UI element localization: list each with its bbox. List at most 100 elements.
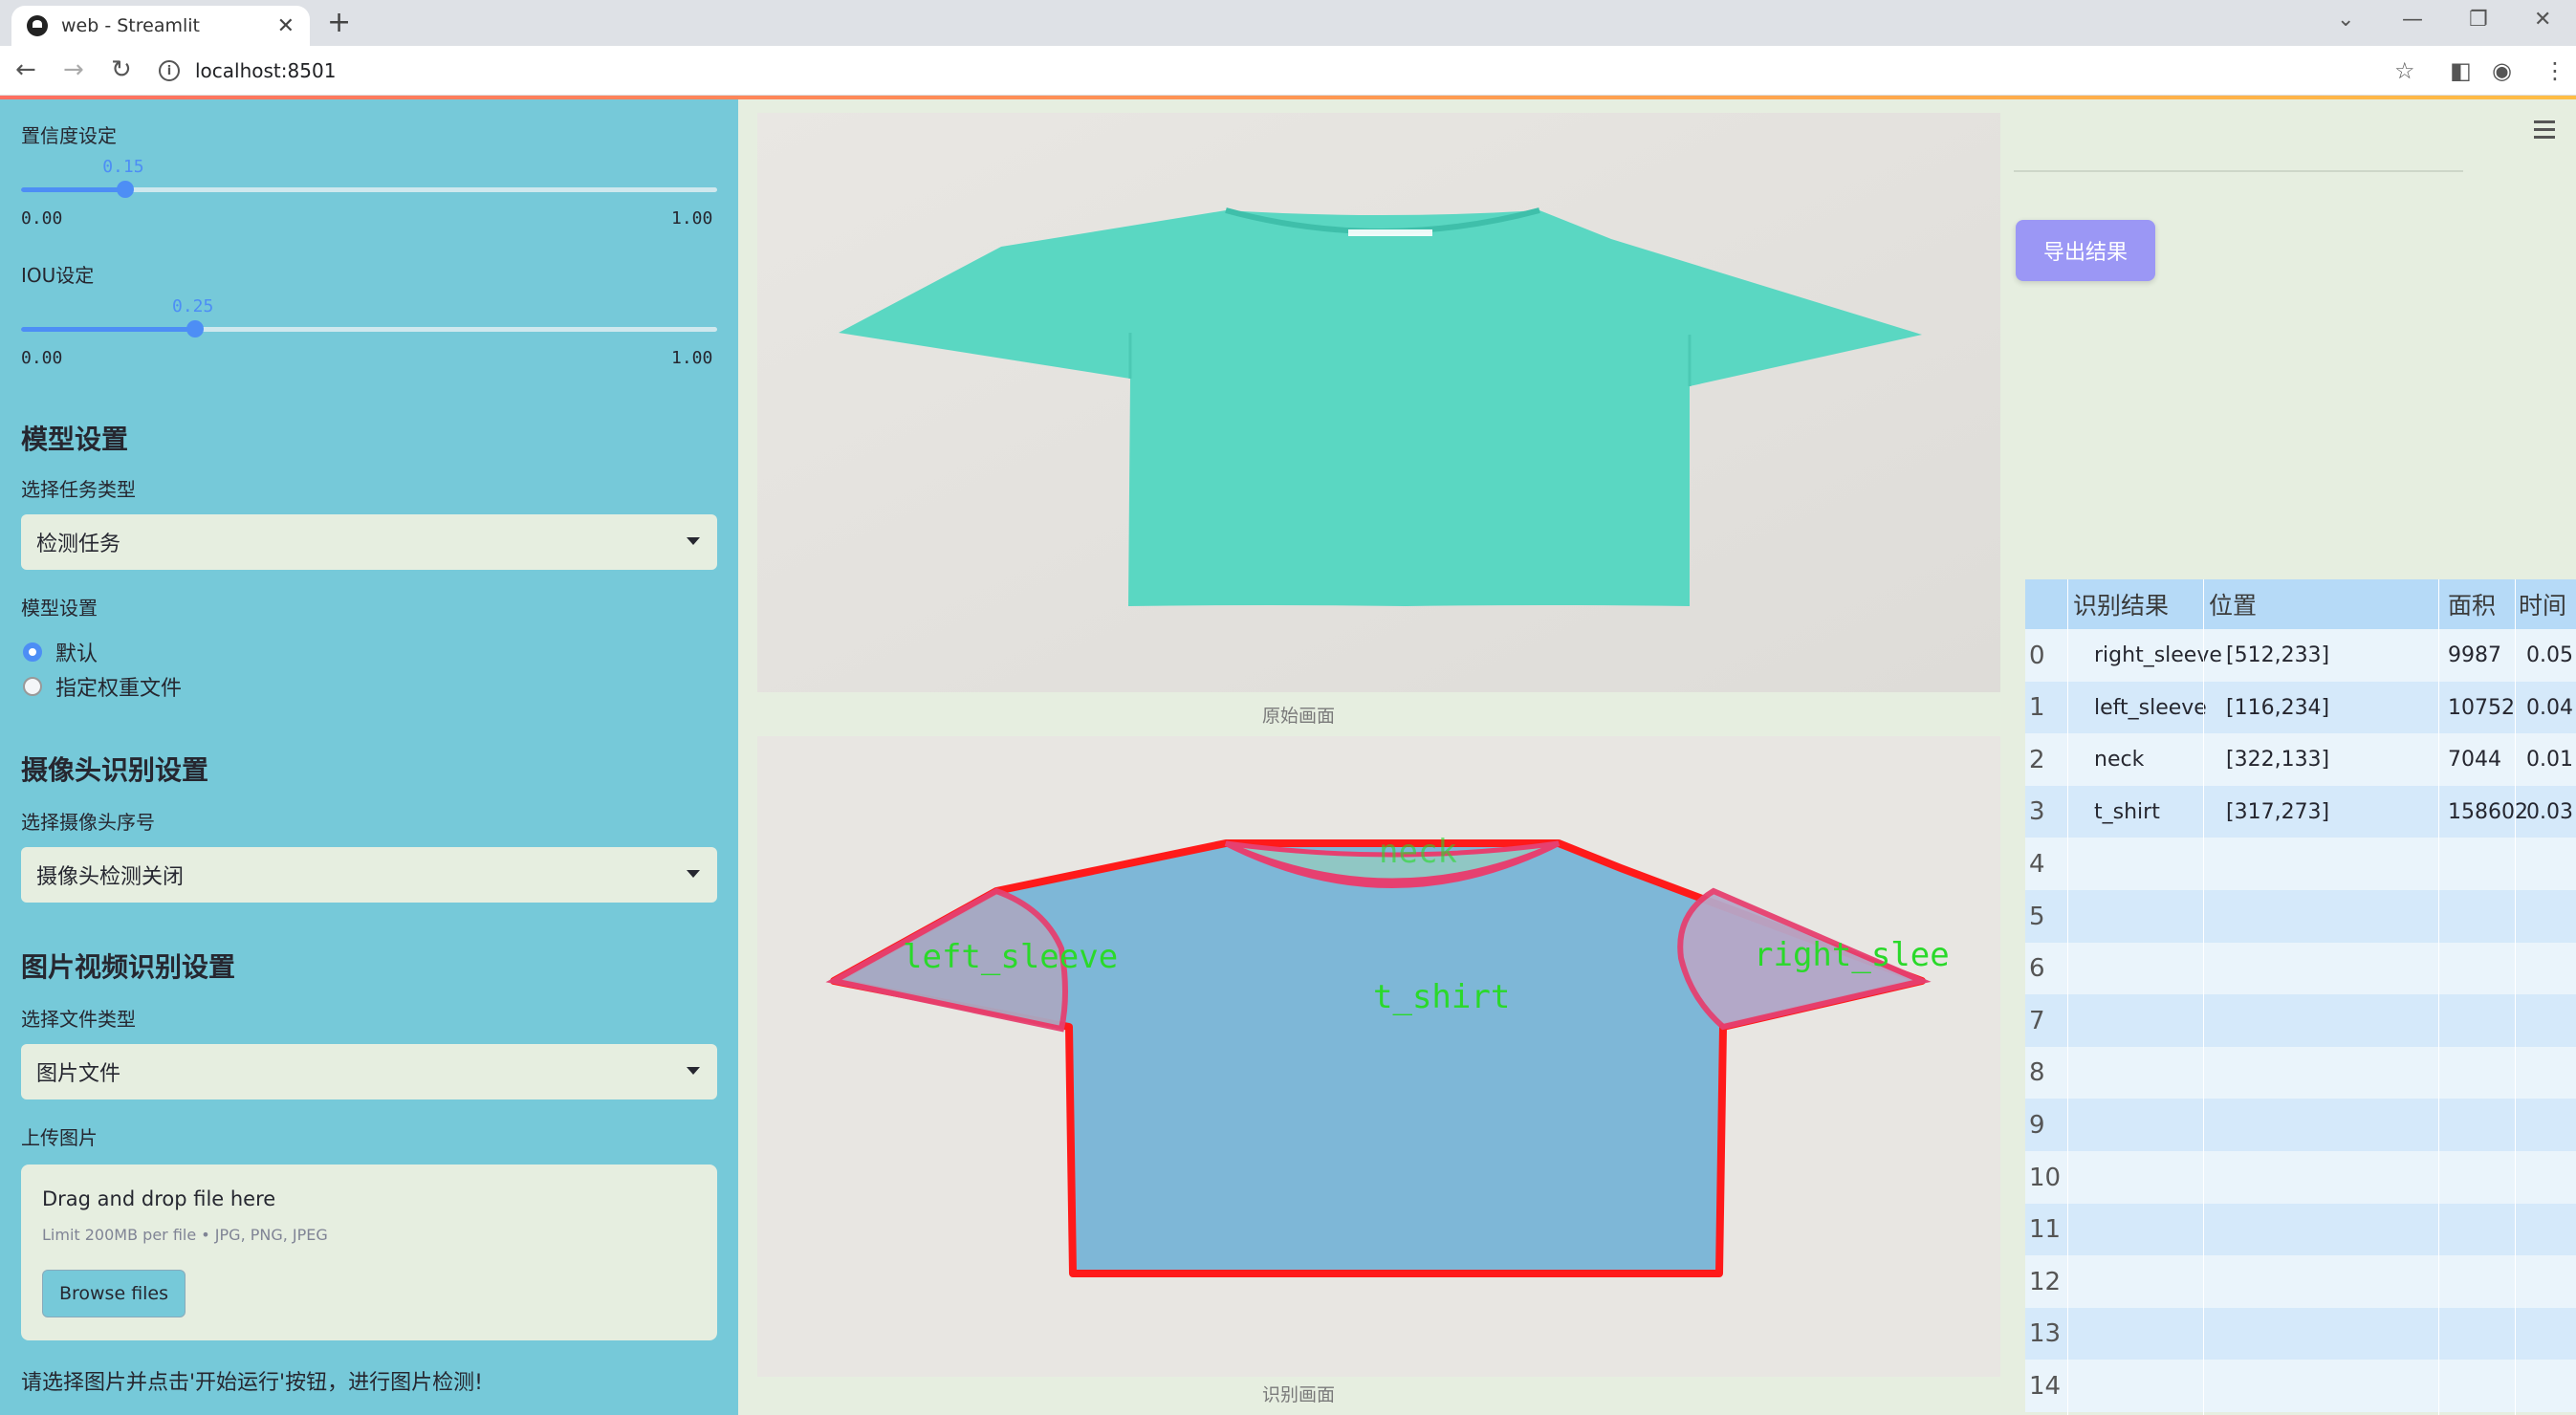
close-window-icon[interactable]: ✕ — [2534, 8, 2551, 32]
url-text: localhost:8501 — [195, 59, 337, 82]
column-divider — [2515, 579, 2516, 1415]
table-row[interactable]: 5 — [2025, 890, 2576, 943]
model-setting-label: 模型设置 — [21, 597, 98, 620]
address-bar: ← → ↻ i localhost:8501 ☆ ◧ ◉ ⋮ — [0, 46, 2576, 96]
detection-result-image: left_sleeve right_slee neck t_shirt — [757, 736, 2000, 1377]
row-index: 5 — [2029, 902, 2045, 931]
browser-tab[interactable]: web - Streamlit ✕ — [11, 6, 310, 46]
forward-icon[interactable]: → — [63, 55, 84, 84]
browser-menu-icon[interactable]: ⋮ — [2543, 57, 2566, 84]
radio-default-label: 默认 — [55, 642, 98, 666]
side-panel-icon[interactable]: ◧ — [2450, 57, 2472, 84]
row-index: 8 — [2029, 1058, 2045, 1088]
tshirt-original-image — [757, 113, 2000, 692]
tab-title: web - Streamlit — [61, 15, 200, 36]
close-tab-icon[interactable]: ✕ — [277, 14, 295, 38]
row-index: 12 — [2029, 1267, 2062, 1296]
confidence-slider[interactable]: 0.15 — [21, 157, 717, 198]
profile-avatar-icon[interactable]: ◉ — [2492, 57, 2512, 84]
hamburger-menu-icon[interactable] — [2534, 120, 2555, 143]
table-row[interactable]: 2 neck [322,133] 7044 0.01 — [2025, 733, 2576, 787]
table-row[interactable]: 13 — [2025, 1307, 2576, 1361]
row-index: 9 — [2029, 1110, 2045, 1140]
camera-settings-header: 摄像头识别设置 — [21, 754, 209, 786]
cell-time: 0.01 — [2526, 748, 2573, 773]
url-field[interactable]: i localhost:8501 — [159, 52, 2396, 90]
chevron-down-icon — [687, 870, 700, 878]
table-row[interactable]: 3 t_shirt [317,273] 158602 0.03 — [2025, 785, 2576, 838]
cell-position: [116,234] — [2226, 695, 2330, 720]
task-type-select[interactable]: 检测任务 — [21, 514, 717, 570]
new-tab-icon[interactable]: + — [327, 6, 351, 39]
sidebar-instruction: 请选择图片并点击'开始运行'按钮，进行图片检测! — [21, 1371, 483, 1395]
slider-fill — [21, 327, 195, 332]
table-row[interactable]: 9 — [2025, 1099, 2576, 1152]
iou-min: 0.00 — [21, 348, 63, 368]
row-index: 7 — [2029, 1006, 2045, 1035]
column-header-area[interactable]: 面积 — [2448, 579, 2496, 629]
confidence-label: 置信度设定 — [21, 124, 117, 147]
row-index: 0 — [2029, 641, 2045, 670]
site-info-icon[interactable]: i — [159, 60, 180, 81]
slider-thumb[interactable] — [186, 320, 204, 337]
radio-custom-weights-label: 指定权重文件 — [55, 677, 183, 701]
streamlit-favicon-icon — [27, 15, 48, 36]
overlay-neck-label: neck — [1379, 833, 1457, 871]
table-row[interactable]: 12 — [2025, 1255, 2576, 1309]
browse-files-button[interactable]: Browse files — [42, 1270, 186, 1317]
result-image-caption: 识别画面 — [1262, 1384, 1336, 1405]
table-row[interactable]: 8 — [2025, 1046, 2576, 1099]
cell-time: 0.04 — [2526, 695, 2573, 720]
table-row[interactable]: 0 right_sleeve [512,233] 9987 0.05 — [2025, 629, 2576, 682]
row-index: 3 — [2029, 797, 2045, 827]
file-type-select[interactable]: 图片文件 — [21, 1044, 717, 1099]
file-type-label: 选择文件类型 — [21, 1008, 136, 1031]
task-type-value: 检测任务 — [36, 533, 121, 556]
original-image-caption: 原始画面 — [1262, 706, 1336, 727]
row-index: 14 — [2029, 1371, 2062, 1401]
overlay-left-sleeve-label: left_sleeve — [903, 938, 1118, 976]
column-header-result[interactable]: 识别结果 — [2073, 579, 2169, 629]
table-row[interactable]: 10 — [2025, 1151, 2576, 1204]
file-uploader-dropzone[interactable]: Drag and drop file here Limit 200MB per … — [21, 1165, 717, 1340]
radio-default[interactable]: 默认 — [23, 637, 98, 667]
table-row[interactable]: 7 — [2025, 994, 2576, 1048]
tshirt-detection-image: left_sleeve right_slee neck t_shirt — [757, 736, 2000, 1377]
back-icon[interactable]: ← — [15, 55, 36, 84]
model-settings-header: 模型设置 — [21, 424, 129, 455]
reload-icon[interactable]: ↻ — [111, 55, 132, 84]
tab-search-icon[interactable]: ⌄ — [2337, 8, 2354, 32]
column-divider — [2067, 579, 2068, 1415]
dropzone-title: Drag and drop file here — [42, 1187, 276, 1210]
cell-result: left_sleeve — [2094, 695, 2207, 720]
export-results-button[interactable]: 导出结果 — [2016, 220, 2155, 281]
camera-index-label: 选择摄像头序号 — [21, 811, 155, 834]
table-row[interactable]: 4 — [2025, 838, 2576, 891]
cell-result: t_shirt — [2094, 799, 2160, 824]
slider-thumb[interactable] — [117, 181, 135, 198]
restore-icon[interactable]: ❐ — [2469, 8, 2488, 32]
table-row[interactable]: 6 — [2025, 942, 2576, 995]
overlay-tshirt-label: t_shirt — [1373, 978, 1510, 1016]
cell-result: neck — [2094, 748, 2145, 773]
chevron-down-icon — [687, 1067, 700, 1075]
divider — [2014, 170, 2463, 172]
row-index: 6 — [2029, 954, 2045, 984]
column-header-time[interactable]: 时间 — [2519, 579, 2566, 629]
results-table[interactable]: 识别结果 位置 面积 时间 0 right_sleeve [512,233] 9987… — [2025, 579, 2576, 1415]
confidence-min: 0.00 — [21, 208, 63, 229]
radio-custom-weights[interactable]: 指定权重文件 — [23, 671, 182, 702]
table-row[interactable]: 11 — [2025, 1203, 2576, 1256]
column-header-position[interactable]: 位置 — [2209, 579, 2257, 629]
iou-slider[interactable]: 0.25 — [21, 296, 717, 337]
original-image — [757, 113, 2000, 692]
bookmark-star-icon[interactable]: ☆ — [2394, 57, 2415, 84]
cell-time: 0.05 — [2526, 643, 2573, 667]
minimize-icon[interactable]: — — [2402, 8, 2423, 32]
row-index: 13 — [2029, 1319, 2062, 1349]
table-row[interactable]: 1 left_sleeve [116,234] 10752 0.04 — [2025, 681, 2576, 734]
task-type-label: 选择任务类型 — [21, 478, 136, 501]
chevron-down-icon — [687, 537, 700, 545]
table-row[interactable]: 14 — [2025, 1360, 2576, 1413]
camera-index-select[interactable]: 摄像头检测关闭 — [21, 847, 717, 903]
